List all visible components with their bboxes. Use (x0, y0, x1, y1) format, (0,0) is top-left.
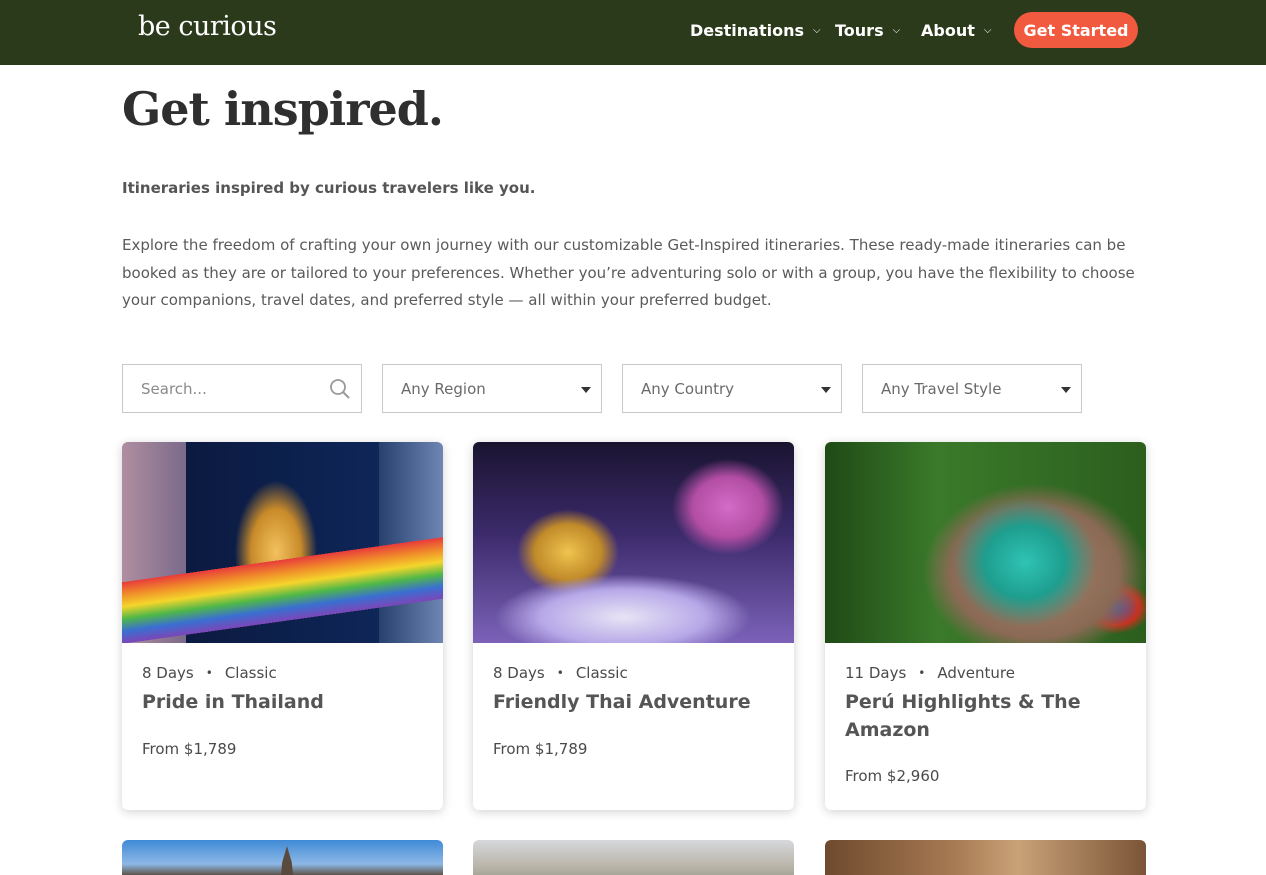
itinerary-duration: 11 Days (845, 664, 907, 682)
nav-about-label: About (921, 20, 975, 40)
separator-dot-icon: • (205, 666, 213, 680)
nav-tours[interactable]: Tours ⌵ (835, 0, 900, 60)
chevron-down-icon: ⌵ (983, 24, 992, 36)
itinerary-price: From $1,789 (493, 740, 588, 758)
itinerary-price: From $1,789 (142, 740, 237, 758)
itinerary-title[interactable]: Friendly Thai Adventure (493, 688, 773, 716)
itinerary-title[interactable]: Perú Highlights & The Amazon (845, 688, 1125, 744)
itinerary-duration: 8 Days (142, 664, 194, 682)
itinerary-duration: 8 Days (493, 664, 545, 682)
itinerary-photo[interactable] (122, 442, 443, 643)
caret-down-icon (581, 387, 591, 393)
country-select-value: Any Country (641, 379, 735, 398)
intro-paragraph: Explore the freedom of crafting your own… (122, 236, 1135, 309)
itinerary-card-partial[interactable] (473, 840, 794, 875)
search-placeholder: Search... (141, 379, 207, 398)
travel-style-select-value: Any Travel Style (881, 379, 1002, 398)
get-started-button[interactable]: Get Started (1014, 12, 1138, 48)
travel-style-select[interactable]: Any Travel Style (862, 364, 1082, 413)
logo[interactable]: be curious (138, 6, 277, 46)
country-select[interactable]: Any Country (622, 364, 842, 413)
logo-text: be curious (138, 10, 277, 42)
itinerary-price: From $2,960 (845, 767, 940, 785)
page-title: Get inspired. (122, 82, 444, 136)
page-subtitle: Itineraries inspired by curious traveler… (122, 179, 536, 197)
itinerary-card[interactable]: 8 Days • Classic Friendly Thai Adventure… (473, 442, 794, 810)
itinerary-card-partial[interactable] (122, 840, 443, 875)
temple-image (278, 846, 296, 875)
itinerary-card[interactable]: 8 Days • Classic Pride in Thailand From … (122, 442, 443, 810)
nav-tours-label: Tours (835, 20, 884, 40)
itinerary-style: Classic (224, 664, 277, 682)
search-input[interactable]: Search... (122, 364, 362, 413)
site-header: be curious Destinations ⌵ Tours ⌵ About … (0, 0, 1266, 65)
itinerary-card[interactable]: 11 Days • Adventure Perú Highlights & Th… (825, 442, 1146, 810)
nav-about[interactable]: About ⌵ (921, 0, 991, 60)
chevron-down-icon: ⌵ (813, 24, 821, 36)
caret-down-icon (821, 387, 831, 393)
caret-down-icon (1061, 387, 1071, 393)
itinerary-meta: 8 Days • Classic (142, 664, 277, 682)
region-select[interactable]: Any Region (382, 364, 602, 413)
nav-destinations-label: Destinations (690, 20, 805, 40)
itinerary-title[interactable]: Pride in Thailand (142, 688, 422, 716)
itinerary-meta: 8 Days • Classic (493, 664, 628, 682)
itinerary-card-partial[interactable] (825, 840, 1146, 875)
separator-dot-icon: • (918, 666, 926, 680)
nav-destinations[interactable]: Destinations ⌵ (690, 0, 821, 60)
itinerary-photo[interactable] (473, 442, 794, 643)
itinerary-meta: 11 Days • Adventure (845, 664, 1015, 682)
itinerary-photo[interactable] (825, 442, 1146, 643)
itinerary-style: Classic (575, 664, 628, 682)
search-icon[interactable] (329, 378, 351, 400)
region-select-value: Any Region (401, 379, 486, 398)
itinerary-style: Adventure (937, 664, 1015, 682)
chevron-down-icon: ⌵ (892, 24, 901, 36)
separator-dot-icon: • (556, 666, 564, 680)
